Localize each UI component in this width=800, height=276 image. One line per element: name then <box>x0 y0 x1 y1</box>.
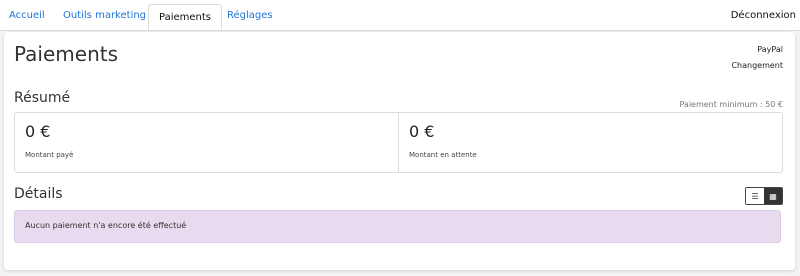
pending-amount-value: 0 € <box>409 122 435 141</box>
pending-amount-box: 0 € Montant en attente <box>398 113 782 172</box>
payments-card: Paiements PayPal Changement Résumé Paiem… <box>4 32 795 270</box>
grid-view-button[interactable]: ▦ <box>764 188 782 204</box>
paid-amount-box: 0 € Montant payé <box>15 113 398 172</box>
empty-payments-message: Aucun paiement n'a encore été effectué <box>25 221 187 230</box>
top-navigation: Accueil Outils marketing Paiements Régla… <box>0 0 800 31</box>
list-icon: ☰ <box>751 191 759 201</box>
page-title: Paiements <box>14 42 119 66</box>
grid-icon: ▦ <box>769 191 777 201</box>
pending-amount-label: Montant en attente <box>409 151 477 159</box>
tab-paiements[interactable]: Paiements <box>148 4 223 30</box>
paid-amount-label: Montant payé <box>25 151 74 159</box>
payment-method-label: PayPal <box>757 45 783 54</box>
change-payment-method-link[interactable]: Changement <box>731 61 783 70</box>
minimum-payment-note: Paiement minimum : 50 € <box>679 100 783 109</box>
tab-accueil[interactable]: Accueil <box>9 0 45 30</box>
tab-reglages[interactable]: Réglages <box>227 0 273 30</box>
view-toggle: ☰ ▦ <box>745 187 783 205</box>
tab-outils-marketing[interactable]: Outils marketing <box>63 0 146 30</box>
summary-stats: 0 € Montant payé 0 € Montant en attente <box>14 112 783 173</box>
logout-link[interactable]: Déconnexion <box>731 0 796 30</box>
summary-title: Résumé <box>14 90 71 106</box>
empty-payments-alert: Aucun paiement n'a encore été effectué <box>14 210 781 243</box>
list-view-button[interactable]: ☰ <box>746 188 764 204</box>
details-title: Détails <box>14 186 63 202</box>
paid-amount-value: 0 € <box>25 122 51 141</box>
